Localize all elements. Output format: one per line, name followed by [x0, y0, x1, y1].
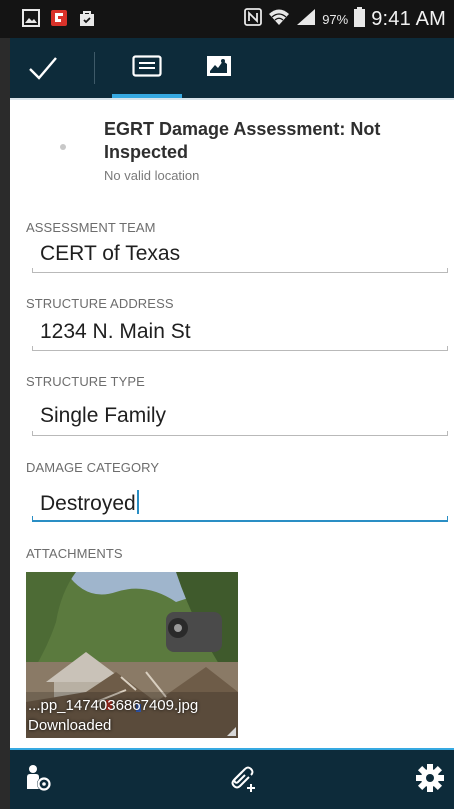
attachment-corner-icon	[227, 727, 236, 736]
structure-address-label: STRUCTURE ADDRESS	[26, 296, 174, 311]
settings-button[interactable]	[412, 762, 448, 798]
add-attachment-button[interactable]	[222, 762, 258, 798]
structure-type-underline	[32, 431, 448, 436]
flipboard-icon	[50, 9, 68, 27]
text-cursor	[136, 490, 139, 514]
feature-title: EGRT Damage Assessment: Not Inspected	[104, 119, 381, 162]
status-bar: 97% 9:41 AM	[0, 0, 454, 38]
clock: 9:41 AM	[371, 7, 446, 30]
image-icon	[22, 9, 40, 27]
attachment-thumbnail[interactable]: ...pp_1474036867409.jpg Downloaded	[26, 572, 238, 738]
damage-category-field[interactable]: Destroyed	[40, 490, 139, 516]
top-toolbar	[10, 38, 454, 98]
feature-subtitle: No valid location	[104, 168, 200, 183]
attachments-label: ATTACHMENTS	[26, 546, 123, 561]
structure-type-field[interactable]: Single Family	[40, 404, 166, 428]
location-dot-icon	[60, 144, 66, 150]
structure-address-field[interactable]: 1234 N. Main St	[40, 320, 191, 344]
toolbar-divider	[94, 52, 95, 84]
collector-settings-button[interactable]	[20, 762, 56, 798]
add-attachment-icon	[225, 763, 255, 798]
assessment-team-label: ASSESSMENT TEAM	[26, 220, 156, 235]
form-content: EGRT Damage Assessment: Not Inspected No…	[10, 98, 454, 750]
attachment-status: Downloaded	[28, 717, 112, 734]
battery-percent: 97%	[322, 11, 349, 27]
signal-icon	[296, 8, 316, 31]
gear-icon	[415, 763, 445, 798]
damage-category-value: Destroyed	[40, 492, 136, 515]
form-icon	[132, 54, 162, 82]
damage-category-underline	[32, 516, 448, 522]
wifi-icon	[268, 8, 290, 31]
assessment-team-underline	[32, 268, 448, 273]
structure-address-underline	[32, 346, 448, 351]
battery-icon	[354, 6, 366, 32]
bottom-toolbar	[10, 750, 454, 809]
check-icon[interactable]	[28, 54, 58, 82]
damage-category-label: DAMAGE CATEGORY	[26, 460, 160, 475]
map-icon	[206, 55, 232, 82]
attachment-filename: ...pp_1474036867409.jpg	[28, 697, 199, 714]
structure-type-label: STRUCTURE TYPE	[26, 374, 145, 389]
tab-form[interactable]	[112, 38, 182, 98]
assessment-team-field[interactable]: CERT of Texas	[40, 242, 180, 266]
nfc-icon	[244, 7, 263, 31]
collector-settings-icon	[23, 763, 53, 798]
tab-map[interactable]	[184, 38, 254, 98]
bag-icon	[78, 9, 96, 27]
